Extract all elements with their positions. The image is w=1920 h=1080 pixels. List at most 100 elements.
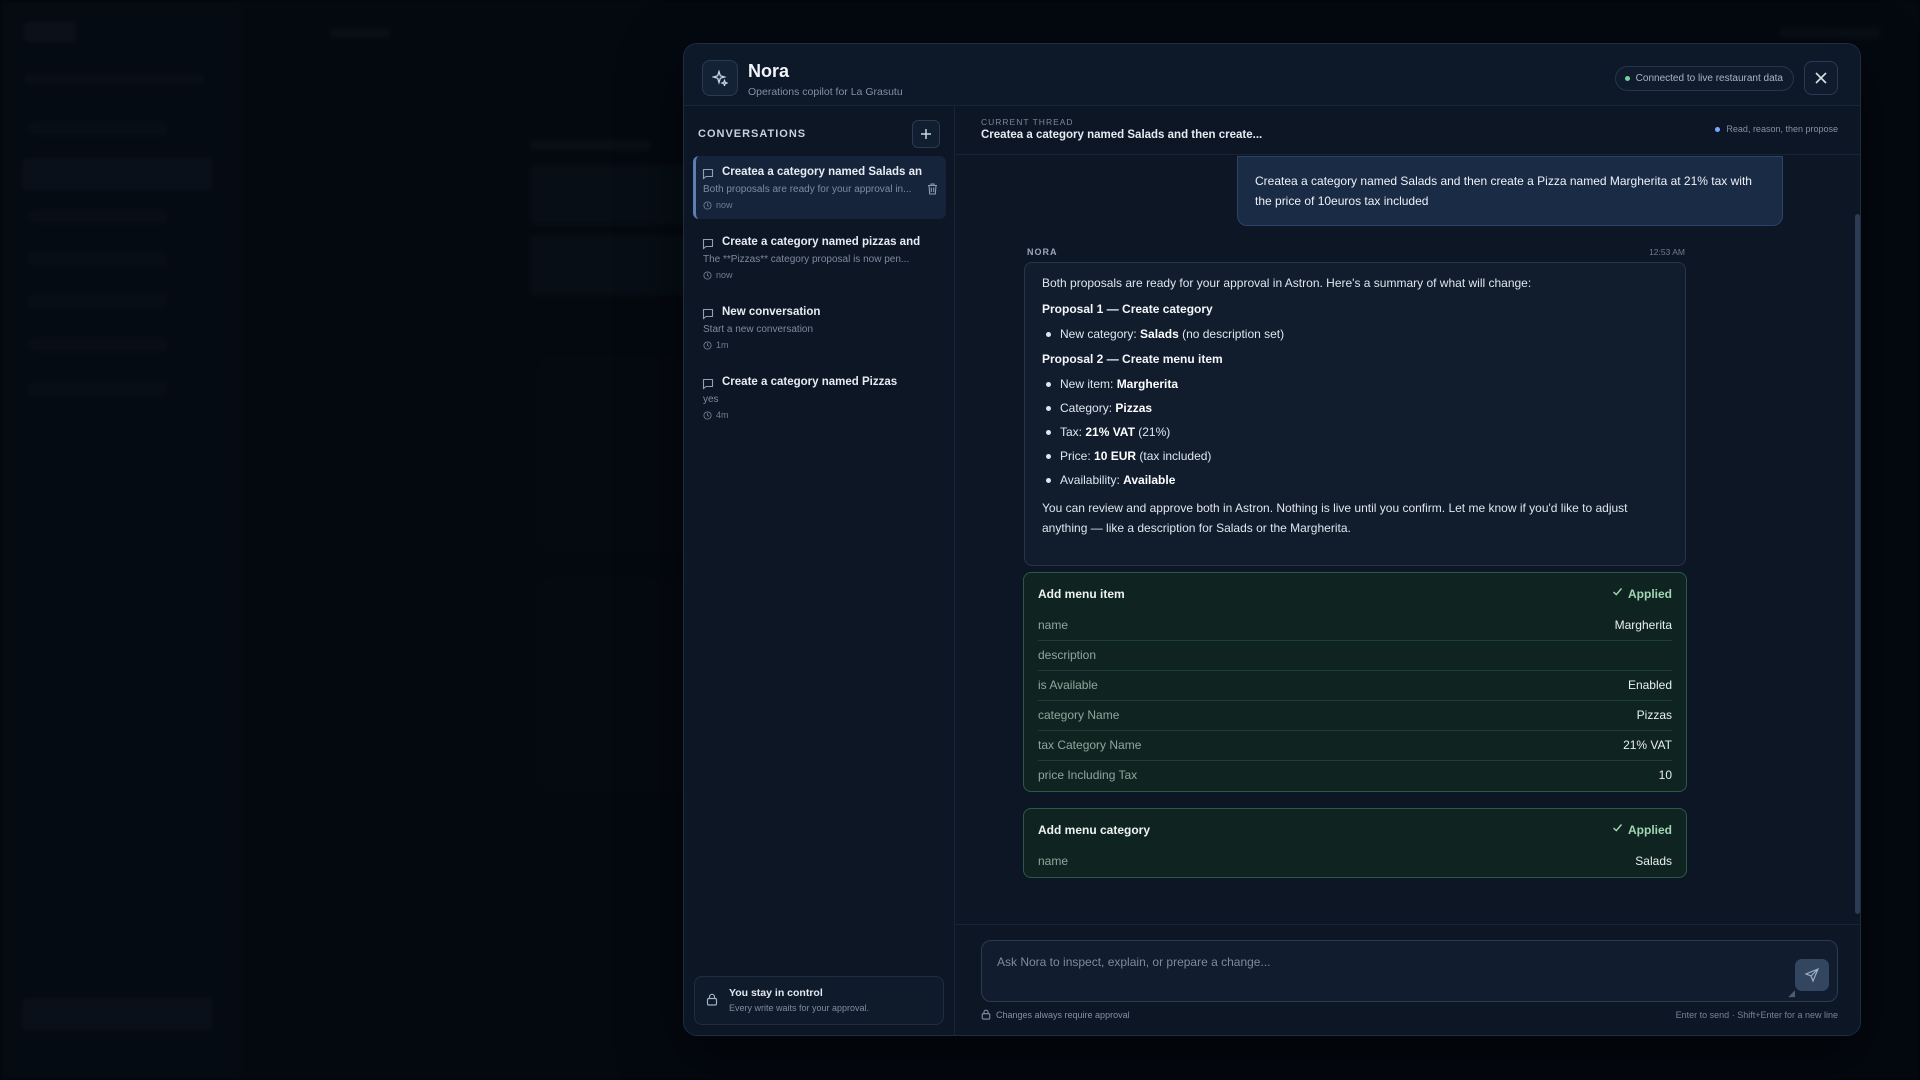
clock-icon <box>703 200 712 210</box>
conversation-item[interactable]: Createa a category named Salads an Both … <box>693 156 946 219</box>
conversation-preview: yes <box>703 394 719 405</box>
assistant-subtitle: Operations copilot for La Grasutu <box>748 86 903 98</box>
item-value: Margherita <box>1116 377 1179 391</box>
item-value: Salads <box>1140 327 1179 341</box>
field-key: name <box>1038 618 1069 632</box>
thread-header: CURRENT THREAD Createa a category named … <box>955 106 1860 155</box>
card-row: price Including Tax 10 <box>1038 761 1672 791</box>
assistant-title: Nora <box>748 61 790 81</box>
field-value: Margherita <box>1614 618 1672 632</box>
list-item: Category: Pizzas <box>1042 400 1668 416</box>
item-note: (21%) <box>1134 425 1171 439</box>
plus-icon <box>921 129 931 139</box>
clock-icon <box>703 270 712 280</box>
conversation-title: New conversation <box>722 306 821 318</box>
list-item: New item: Margherita <box>1042 376 1668 392</box>
conversation-time-label: 4m <box>716 410 729 420</box>
control-notice-title: You stay in control <box>729 987 823 999</box>
card-header: Add menu category Applied <box>1038 809 1672 847</box>
resize-grip-icon[interactable]: ◢ <box>1788 988 1795 999</box>
field-value: 21% VAT <box>1623 738 1672 752</box>
status-dot-icon <box>1624 76 1630 81</box>
card-title: Add menu item <box>1038 587 1125 601</box>
list-item: Tax: 21% VAT (21%) <box>1042 424 1668 440</box>
scrollbar-thumb[interactable] <box>1855 214 1860 914</box>
conversation-title: Create a category named Pizzas <box>722 376 898 388</box>
item-value: Available <box>1123 473 1176 487</box>
list-item: New category: Salads (no description set… <box>1042 326 1668 342</box>
thread-title: Createa a category named Salads and then… <box>981 129 1263 141</box>
assistant-message: Both proposals are ready for your approv… <box>1024 262 1686 566</box>
conversation-title: Create a category named pizzas and <box>722 236 921 248</box>
assistant-intro: Both proposals are ready for your approv… <box>1042 276 1532 290</box>
item-note: (tax included) <box>1136 449 1212 463</box>
chat-bubble-icon <box>702 167 714 185</box>
status-text: Applied <box>1628 823 1672 837</box>
send-button[interactable] <box>1795 959 1829 991</box>
control-notice-subtitle: Every write waits for your approval. <box>729 1003 870 1013</box>
field-value: Salads <box>1635 854 1672 868</box>
message-input-placeholder: Ask Nora to inspect, explain, or prepare… <box>997 955 1271 969</box>
add-menu-category-card: Add menu category Applied name Salads <box>1023 808 1687 878</box>
assistant-closing: You can review and approve both in Astro… <box>1042 501 1628 535</box>
item-label: Price: <box>1060 449 1095 463</box>
trash-icon <box>928 183 937 195</box>
list-item: Availability: Available <box>1042 472 1668 488</box>
field-value: 10 <box>1658 768 1672 782</box>
close-icon <box>1815 72 1827 84</box>
field-key: is Available <box>1038 678 1098 692</box>
conversation-item[interactable]: Create a category named pizzas and The *… <box>693 226 946 289</box>
status-text: Applied <box>1628 587 1672 601</box>
conversation-preview: Start a new conversation <box>703 324 814 335</box>
conversation-time-label: now <box>716 270 733 280</box>
item-note: (no description set) <box>1178 327 1285 341</box>
item-value: 21% VAT <box>1085 425 1135 439</box>
connection-status-text: Connected to live restaurant data <box>1635 73 1783 84</box>
close-button[interactable] <box>1804 61 1838 95</box>
thread-mode: Read, reason, then propose <box>1715 124 1838 134</box>
list-item: Price: 10 EUR (tax included) <box>1042 448 1668 464</box>
proposal-2-list: New item: Margherita Category: Pizzas Ta… <box>1042 376 1668 488</box>
message-list[interactable]: Createa a category named Salads and then… <box>955 156 1860 924</box>
item-label: New item: <box>1060 377 1117 391</box>
conversation-time-label: now <box>716 200 733 210</box>
send-icon <box>1805 968 1819 982</box>
item-value: 10 EUR <box>1094 449 1137 463</box>
conversation-preview: The **Pizzas** category proposal is now … <box>703 254 910 265</box>
conversation-time-label: 1m <box>716 340 729 350</box>
card-row: description <box>1038 641 1672 671</box>
conversation-time: now <box>703 270 733 280</box>
scrollbar[interactable] <box>1855 164 1860 916</box>
conversation-item[interactable]: New conversation Start a new conversatio… <box>693 296 946 359</box>
card-row: tax Category Name 21% VAT <box>1038 731 1672 761</box>
message-input[interactable]: Ask Nora to inspect, explain, or prepare… <box>981 940 1838 1002</box>
check-icon <box>1613 824 1623 832</box>
proposal-1-list: New category: Salads (no description set… <box>1042 326 1668 342</box>
conversation-title: Createa a category named Salads an <box>722 166 922 178</box>
connection-status-badge: Connected to live restaurant data <box>1614 66 1794 91</box>
field-key: name <box>1038 854 1069 868</box>
dialog-header: Nora Operations copilot for La Grasutu C… <box>684 44 1860 106</box>
new-conversation-button[interactable] <box>912 120 940 148</box>
conversations-heading: CONVERSATIONS <box>698 128 807 140</box>
field-key: category Name <box>1038 708 1120 722</box>
chat-bubble-icon <box>702 307 714 325</box>
thread-mode-text: Read, reason, then propose <box>1726 124 1838 134</box>
card-row: is Available Enabled <box>1038 671 1672 701</box>
card-header: Add menu item Applied <box>1038 573 1672 611</box>
user-message: Createa a category named Salads and then… <box>1237 156 1783 226</box>
thread-panel: CURRENT THREAD Createa a category named … <box>955 106 1860 1035</box>
conversation-item[interactable]: Create a category named Pizzas yes 4m <box>693 366 946 429</box>
applied-status: Applied <box>1612 823 1672 837</box>
item-label: Tax: <box>1060 425 1086 439</box>
field-value: Enabled <box>1627 678 1672 692</box>
mode-dot-icon <box>1715 127 1721 132</box>
applied-status: Applied <box>1612 587 1672 601</box>
message-timestamp: 12:53 AM <box>1649 247 1685 257</box>
conversation-preview: Both proposals are ready for your approv… <box>703 184 912 195</box>
sparkles-icon <box>702 60 738 96</box>
nora-dialog: Nora Operations copilot for La Grasutu C… <box>683 43 1861 1036</box>
delete-conversation-button[interactable] <box>927 182 938 200</box>
item-label: Availability: <box>1060 473 1124 487</box>
conversation-time: 4m <box>703 410 729 420</box>
